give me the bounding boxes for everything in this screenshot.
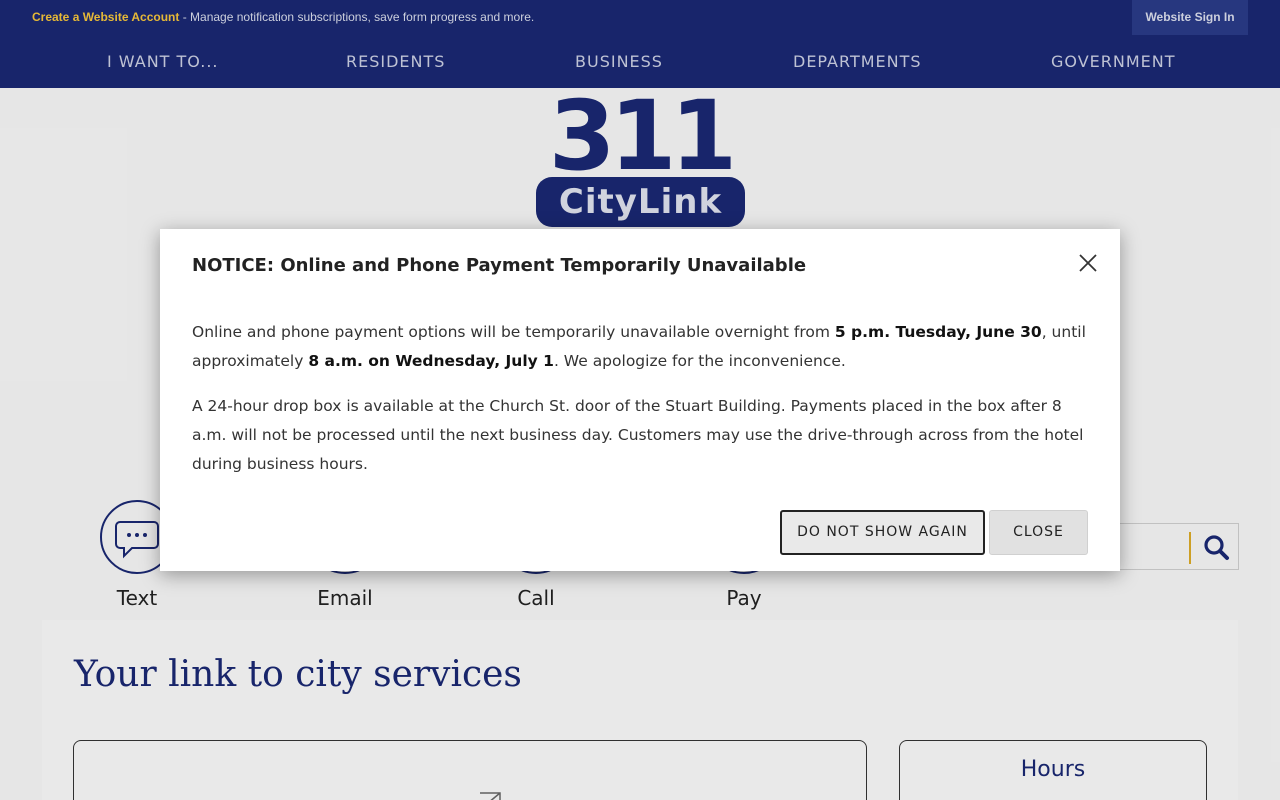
notice-modal: NOTICE: Online and Phone Payment Tempora… [160, 229, 1120, 571]
close-icon [1079, 254, 1097, 272]
end-datetime: 8 a.m. on Wednesday, July 1 [308, 352, 554, 370]
start-datetime: 5 p.m. Tuesday, June 30 [834, 323, 1042, 341]
text-span: . We apologize for the inconvenience. [553, 352, 846, 370]
modal-paragraph-2: A 24-hour drop box is available at the C… [192, 397, 1084, 473]
modal-paragraph-1: Online and phone payment options will be… [192, 318, 1092, 376]
close-button[interactable]: CLOSE [989, 510, 1088, 555]
do-not-show-again-button[interactable]: DO NOT SHOW AGAIN [780, 510, 985, 555]
modal-close-x-button[interactable] [1076, 251, 1100, 275]
text-span: Online and phone payment options will be… [192, 323, 835, 341]
modal-title: NOTICE: Online and Phone Payment Tempora… [192, 255, 807, 276]
